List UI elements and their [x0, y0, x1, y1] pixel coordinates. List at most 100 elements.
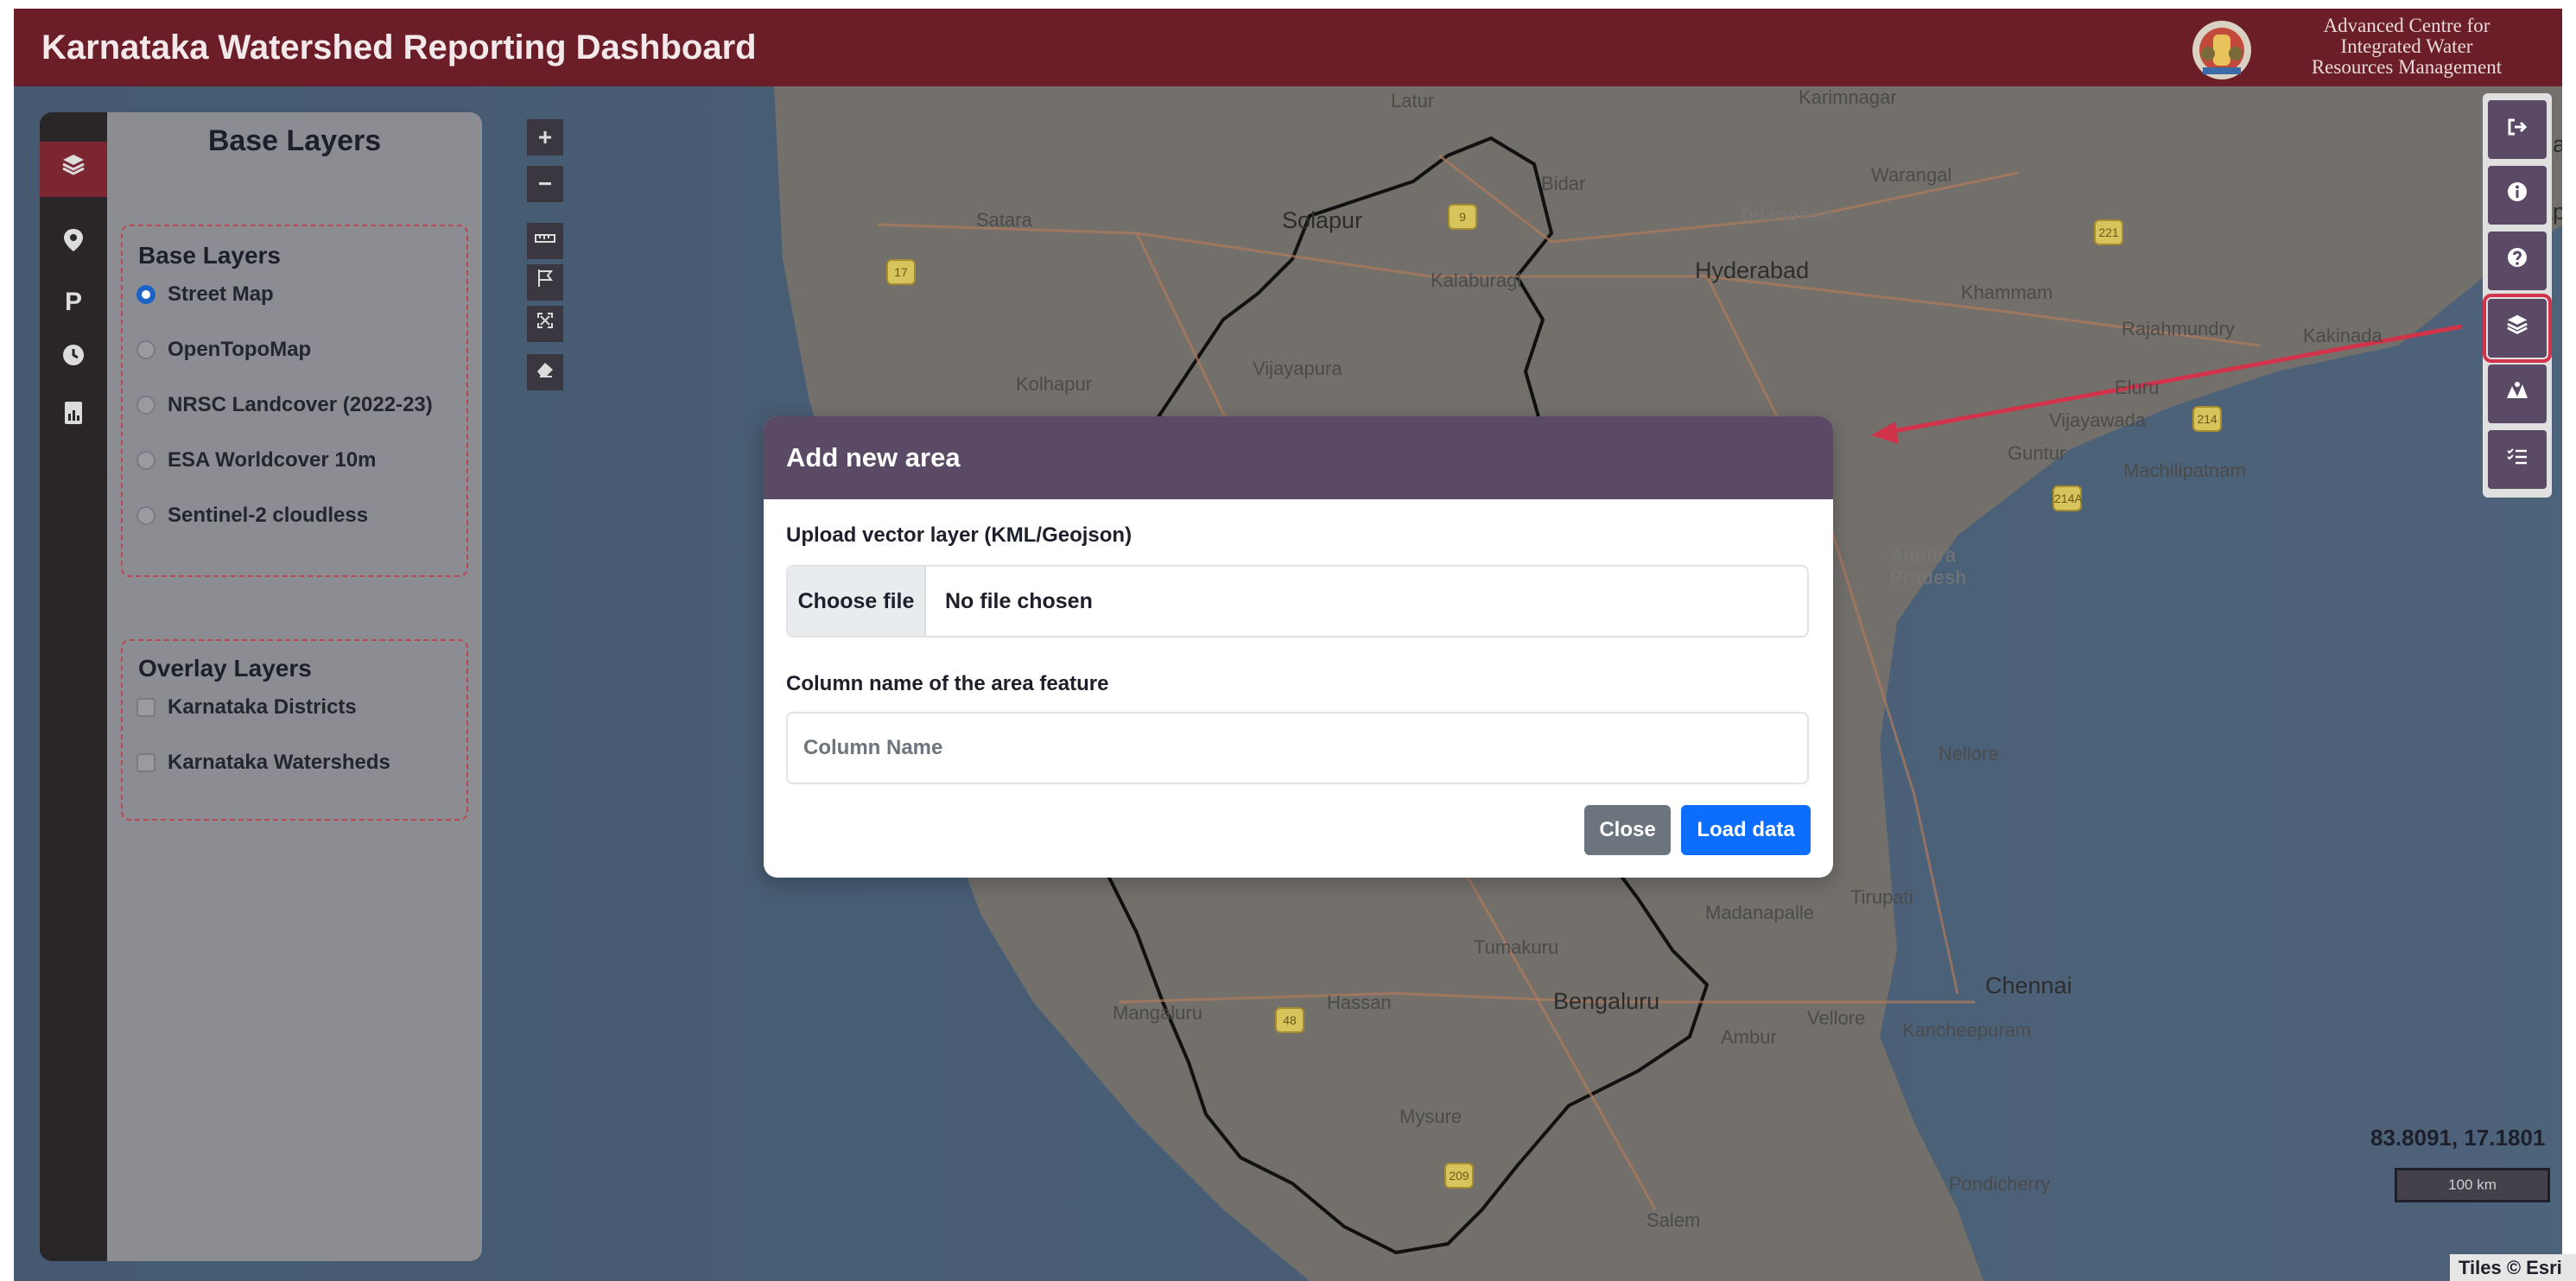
clock-icon[interactable] [40, 332, 107, 387]
radio-button[interactable] [136, 451, 155, 470]
file-status-text: No file chosen [945, 589, 1093, 613]
choose-file-button[interactable]: Choose file [788, 567, 926, 636]
fullscreen-icon[interactable] [527, 306, 563, 342]
highway-shield: 48 [1275, 1007, 1304, 1033]
sidebar-nav: P [40, 112, 107, 1261]
highway-shield: 214 [2192, 406, 2222, 432]
map-label-khammam: Khammam [1961, 282, 2053, 303]
base-layer-esa-worldcover[interactable]: ESA Worldcover 10m [136, 446, 376, 475]
map-attribution[interactable]: Tiles © Esri [2450, 1254, 2576, 1281]
checklist-icon[interactable] [2488, 430, 2547, 489]
map-label-salem: Salem [1646, 1209, 1701, 1231]
map-label-solapur: Solapur [1282, 207, 1363, 233]
upload-label: Upload vector layer (KML/Geojson) [786, 523, 1133, 547]
column-name-input[interactable] [786, 712, 1809, 784]
map-pin-icon[interactable] [40, 218, 107, 273]
base-layer-nrsc-landcover[interactable]: NRSC Landcover (2022-23) [136, 390, 433, 420]
scale-bar: 100 km [2395, 1168, 2550, 1202]
base-layer-sentinel-2[interactable]: Sentinel-2 cloudless [136, 501, 368, 530]
info-icon[interactable] [2488, 166, 2547, 225]
radio-button[interactable] [136, 506, 155, 525]
base-layer-street-map[interactable]: Street Map [136, 280, 274, 309]
coordinate-readout: 83.8091, 17.1801 [2370, 1125, 2546, 1151]
state-emblem-icon [2192, 21, 2251, 79]
map-label-mysure: Mysure [1399, 1106, 1462, 1127]
layer-label: Karnataka Districts [168, 695, 357, 719]
map-label-kancheepuram: Kancheepuram [1902, 1019, 2032, 1041]
base-layer-opentopomap[interactable]: OpenTopoMap [136, 335, 311, 365]
layer-label: Karnataka Watersheds [168, 751, 390, 774]
highway-shield: 17 [886, 259, 916, 285]
parking-icon[interactable]: P [40, 275, 107, 330]
map-label-machilipatnam: Machilipatnam [2123, 460, 2246, 481]
map-label-kalaburagi: Kalaburagi [1431, 270, 1522, 291]
app-title: Karnataka Watershed Reporting Dashboard [41, 29, 757, 67]
base-layers-heading: Base Layers [138, 242, 282, 269]
org-line-3: Resources Management [2311, 56, 2503, 78]
map-label-ambur: Ambur [1721, 1026, 1777, 1048]
overlay-layers-heading: Overlay Layers [138, 655, 312, 682]
map-label-pondicherry: Pondicherry [1949, 1173, 2051, 1195]
checkbox[interactable] [136, 753, 155, 772]
map-label-satara: Satara [976, 209, 1032, 231]
dialog-title: Add new area [786, 442, 961, 472]
map-label-kakinada: Kakinada [2303, 325, 2382, 346]
logout-icon[interactable] [2488, 100, 2547, 159]
zoom-out-button[interactable]: − [527, 166, 563, 202]
load-data-button[interactable]: Load data [1681, 805, 1811, 855]
map-label-hyderabad: Hyderabad [1695, 257, 1810, 283]
layer-label: ESA Worldcover 10m [168, 448, 377, 472]
zoom-in-button[interactable]: + [527, 119, 563, 155]
layer-label: Street Map [168, 282, 274, 306]
map-label-eluru: Eluru [2115, 377, 2160, 398]
radio-button[interactable] [136, 396, 155, 415]
map-label-bengaluru: Bengaluru [1553, 988, 1660, 1014]
layers-icon[interactable] [2483, 294, 2552, 363]
file-upload-input[interactable]: Choose file No file chosen [786, 565, 1809, 637]
map-label-bidar: Bidar [1541, 173, 1586, 194]
app-header: Karnataka Watershed Reporting Dashboard … [14, 9, 2562, 86]
overlay-karnataka-watersheds[interactable]: Karnataka Watersheds [136, 748, 390, 777]
eraser-icon[interactable] [527, 354, 563, 390]
organization-name: Advanced Centre for Integrated Water Res… [2260, 16, 2554, 78]
map-label-andhra: Andhra [1890, 544, 1957, 566]
map-label-vijayapura: Vijayapura [1253, 358, 1342, 379]
map-label-kolhapur: Kolhapur [1016, 373, 1093, 395]
org-line-2: Integrated Water [2340, 35, 2473, 57]
base-layers-group: Base Layers Street Map OpenTopoMap NRSC … [121, 225, 468, 577]
map-label-latur: Latur [1391, 90, 1435, 111]
map-label-tumakuru: Tumakuru [1474, 936, 1559, 958]
map-label-vellore: Vellore [1807, 1007, 1866, 1029]
org-line-1: Advanced Centre for [2323, 15, 2490, 36]
layers-icon[interactable] [40, 142, 107, 197]
map-label-karimnagar: Karimnagar [1799, 86, 1897, 108]
map-label-rajahmundry: Rajahmundry [2122, 318, 2235, 339]
map-label-nellore: Nellore [1938, 743, 1999, 764]
highway-shield: 221 [2094, 219, 2123, 245]
layer-label: NRSC Landcover (2022-23) [168, 393, 433, 416]
map-label-chennai: Chennai [1985, 973, 2072, 999]
highway-shield: 214A [2053, 485, 2083, 511]
overlay-karnataka-districts[interactable]: Karnataka Districts [136, 693, 357, 722]
panel-title: Base Layers [207, 124, 382, 157]
flag-icon[interactable] [527, 264, 563, 301]
map-upload-icon[interactable] [2488, 365, 2547, 423]
map-label-guntur: Guntur [2008, 442, 2066, 464]
close-button[interactable]: Close [1584, 805, 1671, 855]
layers-panel: Base Layers Base Layers Street Map OpenT… [107, 112, 482, 1261]
dialog-header: Add new area [764, 416, 1833, 499]
layer-label: Sentinel-2 cloudless [168, 504, 369, 527]
highway-shield: 209 [1444, 1163, 1474, 1189]
map-label-hassan: Hassan [1327, 992, 1392, 1013]
add-area-dialog: Add new area Upload vector layer (KML/Ge… [764, 416, 1833, 878]
map-label-pradesh: Pradesh [1890, 567, 1967, 588]
checkbox[interactable] [136, 698, 155, 717]
column-name-label: Column name of the area feature [786, 672, 1109, 695]
report-icon[interactable] [40, 390, 107, 446]
help-icon[interactable] [2488, 231, 2547, 290]
overlay-layers-group: Overlay Layers Karnataka Districts Karna… [121, 639, 468, 821]
measure-icon[interactable] [527, 223, 563, 259]
radio-button[interactable] [136, 340, 155, 359]
map-label-vijayawada: Vijayawada [2049, 409, 2147, 431]
radio-button[interactable] [136, 285, 155, 304]
